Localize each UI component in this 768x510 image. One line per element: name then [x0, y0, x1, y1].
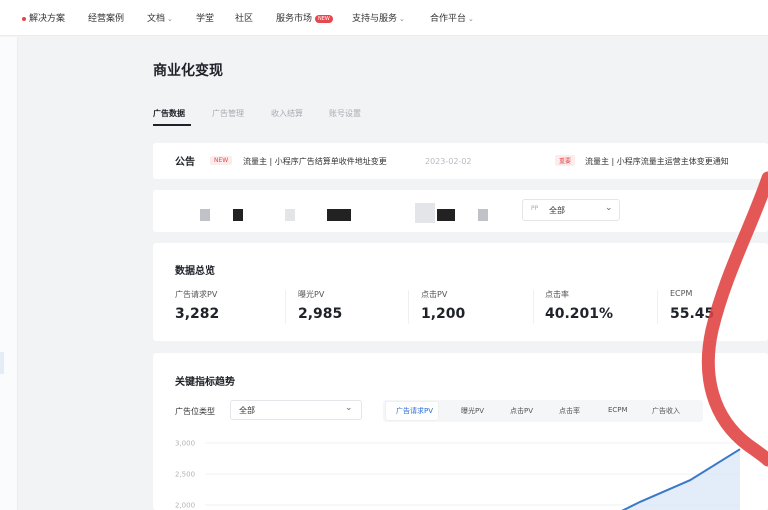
chart-y-tick-label: 2,000: [175, 502, 195, 510]
trend-chart: 3,000 2,500 2,000: [175, 440, 741, 510]
chart-y-tick-label: 2,500: [175, 471, 195, 479]
chart-y-tick-label: 3,000: [175, 440, 195, 448]
chart-area-fill: [590, 449, 740, 510]
